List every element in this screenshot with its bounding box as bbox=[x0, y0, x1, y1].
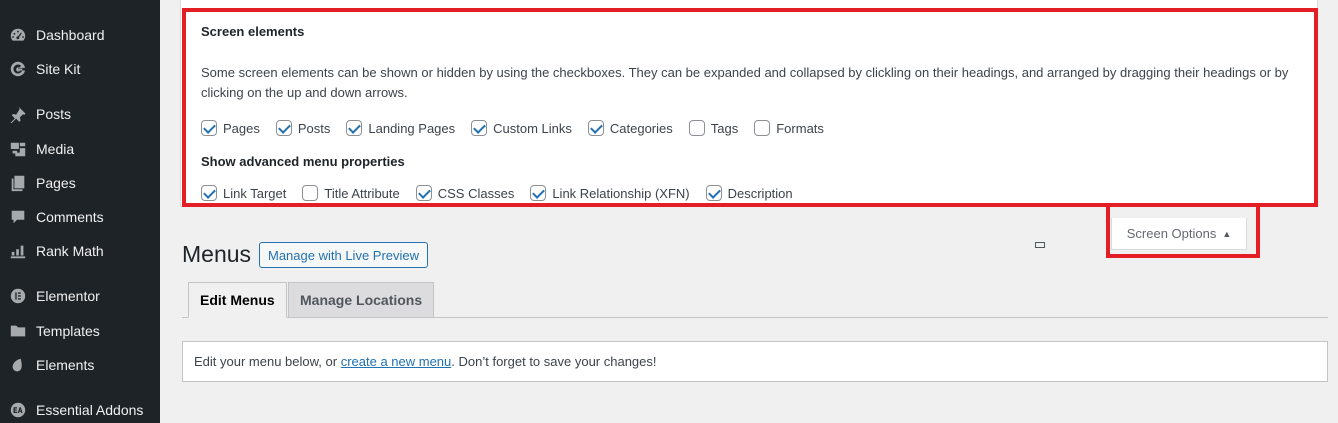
dashboard-icon bbox=[8, 25, 28, 45]
checkbox-custom-links[interactable]: Custom Links bbox=[471, 120, 572, 136]
screen-elements-checkboxes: Pages Posts Landing Pages Custom Links C… bbox=[201, 120, 840, 136]
sidebar-item-elements[interactable]: Elements bbox=[0, 350, 160, 380]
checkbox-title-attribute[interactable]: Title Attribute bbox=[302, 185, 400, 201]
sidebar-item-label: Elementor bbox=[36, 288, 100, 304]
sidebar-item-label: Rank Math bbox=[36, 243, 104, 259]
sidebar-item-label: Posts bbox=[36, 106, 72, 122]
chart-icon bbox=[8, 241, 28, 261]
checkbox-formats[interactable]: Formats bbox=[754, 120, 824, 136]
checkbox-box[interactable] bbox=[471, 120, 488, 136]
checkbox-box[interactable] bbox=[302, 185, 319, 201]
checkbox-tags[interactable]: Tags bbox=[688, 120, 738, 136]
sidebar-item-rank-math[interactable]: Rank Math bbox=[0, 236, 160, 266]
checkbox-posts[interactable]: Posts bbox=[275, 120, 330, 136]
checkbox-description[interactable]: Description bbox=[705, 185, 793, 201]
sidebar-item-label: Comments bbox=[36, 209, 104, 225]
essential-addons-icon bbox=[8, 400, 28, 420]
checkbox-box[interactable] bbox=[587, 120, 604, 136]
screen-options-panel bbox=[180, 0, 1318, 207]
screen-options-label: Screen Options bbox=[1126, 226, 1217, 241]
screen-elements-description: Some screen elements can be shown or hid… bbox=[201, 65, 1289, 100]
sidebar-item-media[interactable]: Media bbox=[0, 134, 160, 164]
elements-icon bbox=[8, 355, 28, 375]
tab-edit-menus[interactable]: Edit Menus bbox=[188, 282, 287, 318]
checkbox-box[interactable] bbox=[201, 185, 217, 201]
notice-text-before: Edit your menu below, or bbox=[194, 354, 341, 369]
sidebar-item-pages[interactable]: Pages bbox=[0, 168, 160, 198]
sitekit-icon bbox=[8, 59, 28, 79]
sidebar-item-posts[interactable]: Posts bbox=[0, 99, 160, 129]
checkbox-box[interactable] bbox=[705, 185, 722, 201]
sidebar-item-label: Essential Addons bbox=[36, 402, 144, 418]
checkbox-box[interactable] bbox=[688, 120, 705, 136]
admin-sidebar: Dashboard Site Kit Posts Media Pages Com… bbox=[0, 0, 160, 423]
checkbox-link-target[interactable]: Link Target bbox=[201, 185, 286, 201]
checkbox-box[interactable] bbox=[346, 120, 363, 136]
checkbox-link-relationship[interactable]: Link Relationship (XFN) bbox=[530, 185, 690, 201]
sidebar-item-label: Media bbox=[36, 141, 75, 157]
screen-options-toggle[interactable]: Screen Options ▲ bbox=[1111, 218, 1247, 250]
page-title: Menus bbox=[182, 241, 252, 267]
sidebar-item-templates[interactable]: Templates bbox=[0, 316, 160, 346]
screen-elements-title: Screen elements bbox=[201, 24, 305, 39]
manage-live-preview-button[interactable]: Manage with Live Preview bbox=[259, 242, 429, 268]
sidebar-item-comments[interactable]: Comments bbox=[0, 202, 160, 232]
sidebar-item-label: Elements bbox=[36, 357, 95, 373]
small-box-icon bbox=[1035, 242, 1045, 248]
sidebar-item-elementor[interactable]: Elementor bbox=[0, 281, 160, 311]
arrow-up-icon: ▲ bbox=[1222, 228, 1232, 239]
checkbox-css-classes[interactable]: CSS Classes bbox=[415, 185, 514, 201]
sidebar-item-label: Templates bbox=[36, 323, 100, 339]
pages-icon bbox=[8, 173, 28, 193]
pin-icon bbox=[8, 104, 28, 124]
checkbox-box[interactable] bbox=[754, 120, 771, 136]
create-new-menu-link[interactable]: create a new menu bbox=[341, 354, 452, 369]
tab-manage-locations[interactable]: Manage Locations bbox=[288, 282, 435, 318]
checkbox-box[interactable] bbox=[201, 120, 217, 136]
elementor-icon bbox=[8, 286, 28, 306]
checkbox-categories[interactable]: Categories bbox=[587, 120, 673, 136]
sidebar-item-essential-addons[interactable]: Essential Addons bbox=[0, 395, 160, 423]
checkbox-pages[interactable]: Pages bbox=[201, 120, 260, 136]
checkbox-box[interactable] bbox=[275, 120, 292, 136]
advanced-properties-checkboxes: Link Target Title Attribute CSS Classes … bbox=[201, 185, 809, 201]
sidebar-item-label: Dashboard bbox=[36, 27, 105, 43]
comment-icon bbox=[8, 207, 28, 227]
checkbox-box[interactable] bbox=[415, 185, 432, 201]
folder-icon bbox=[8, 321, 28, 341]
checkbox-box[interactable] bbox=[530, 185, 547, 201]
menu-notice: Edit your menu below, or create a new me… bbox=[182, 341, 1328, 382]
sidebar-item-site-kit[interactable]: Site Kit bbox=[0, 54, 160, 84]
notice-text-after: . Don’t forget to save your changes! bbox=[451, 354, 657, 369]
sidebar-item-dashboard[interactable]: Dashboard bbox=[0, 20, 160, 50]
sidebar-item-label: Pages bbox=[36, 175, 76, 191]
checkbox-landing-pages[interactable]: Landing Pages bbox=[346, 120, 455, 136]
media-icon bbox=[8, 139, 28, 159]
advanced-properties-title: Show advanced menu properties bbox=[201, 154, 405, 169]
sidebar-item-label: Site Kit bbox=[36, 61, 81, 77]
